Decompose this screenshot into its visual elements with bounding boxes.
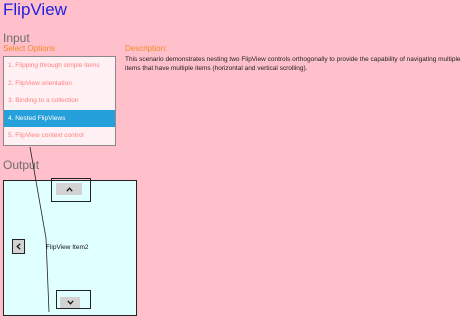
scenario-item-4[interactable]: 4. Nested FlipViews <box>4 109 115 128</box>
scenario-list: 1. Flipping through simple items 2. Flip… <box>3 56 116 146</box>
flip-up-button[interactable] <box>51 178 91 202</box>
flip-previous-button[interactable] <box>4 238 33 256</box>
chevron-down-icon <box>60 297 80 308</box>
scenario-item-2[interactable]: 2. FlipView orientation <box>4 75 115 93</box>
app-title: FlipView <box>3 0 67 19</box>
flip-down-button[interactable] <box>56 290 91 309</box>
description-text: This scenario demonstrates nesting two F… <box>125 56 461 72</box>
select-options-label: Select Options <box>3 44 56 53</box>
chevron-left-icon <box>12 239 25 254</box>
scenario-item-3[interactable]: 3. Binding to a collection <box>4 92 115 110</box>
description-label: Description: <box>125 44 168 53</box>
flipview-item-text: FlipView Item2 <box>46 244 89 251</box>
scenario-item-5[interactable]: 5. FlipView context control <box>4 127 115 145</box>
chevron-up-icon <box>56 183 82 195</box>
input-heading: Input <box>3 31 30 45</box>
scenario-item-1[interactable]: 1. Flipping through simple items <box>4 57 115 75</box>
output-heading: Output <box>3 158 40 172</box>
